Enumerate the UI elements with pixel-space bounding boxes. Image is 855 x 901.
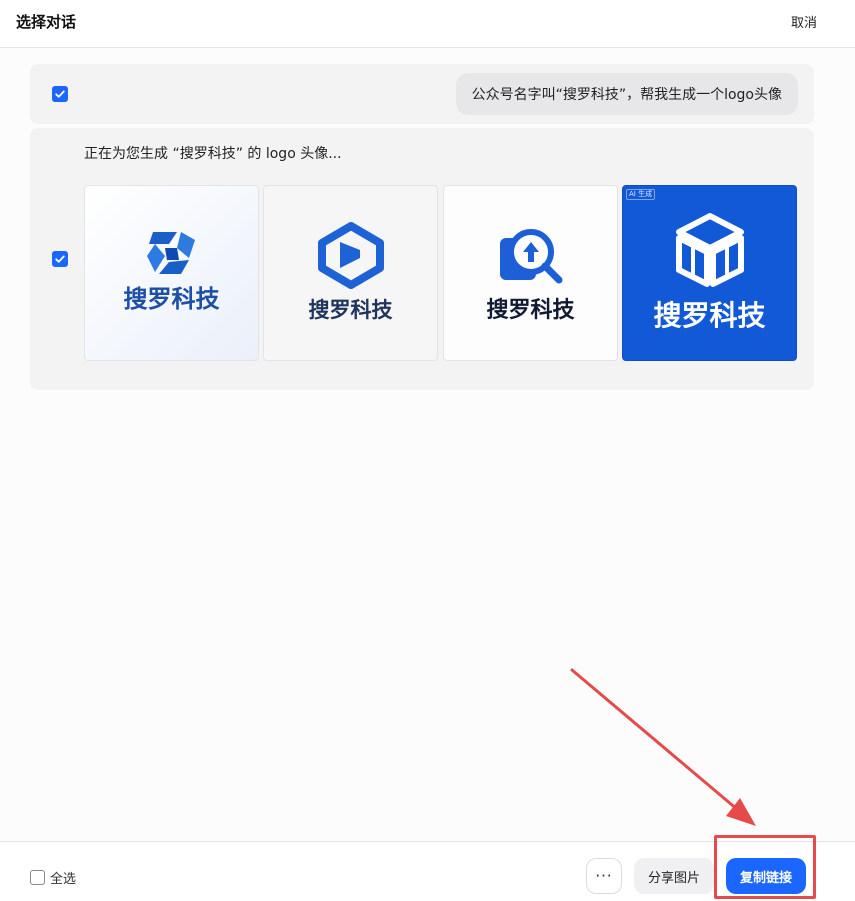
dialog-header: 选择对话 取消: [0, 0, 855, 48]
check-icon: [55, 90, 65, 98]
annotation-arrow-icon: [570, 668, 756, 826]
generated-image-2[interactable]: 搜罗科技: [263, 185, 438, 361]
footer-bar: 全选 ··· 分享图片 复制链接: [0, 841, 855, 901]
check-icon: [55, 255, 65, 263]
brand-text: 搜罗科技: [486, 298, 575, 323]
generated-image-1[interactable]: 搜罗科技: [84, 185, 259, 361]
pinwheel-logo-icon: [147, 232, 195, 274]
brand-text: 搜罗科技: [123, 285, 220, 313]
brand-text: 搜罗科技: [653, 299, 766, 332]
generated-images: 搜罗科技 搜罗科技 搜罗科技 AI 生成 搜罗科技: [84, 185, 798, 361]
answer-checkbox[interactable]: [52, 251, 68, 267]
question-bubble: 公众号名字叫“搜罗科技”，帮我生成一个logo头像: [455, 73, 798, 115]
brand-text: 搜罗科技: [308, 298, 393, 322]
page-title: 选择对话: [16, 13, 77, 31]
cube-logo-icon: [676, 213, 744, 287]
question-message: 公众号名字叫“搜罗科技”，帮我生成一个logo头像: [30, 64, 814, 124]
generated-image-4[interactable]: AI 生成 搜罗科技: [622, 185, 797, 361]
generated-image-3[interactable]: 搜罗科技: [443, 185, 618, 361]
select-all-box[interactable]: [30, 870, 45, 885]
cancel-button[interactable]: 取消: [791, 12, 817, 31]
select-all-label: 全选: [50, 872, 77, 887]
copy-link-button[interactable]: 复制链接: [726, 858, 806, 894]
share-image-button[interactable]: 分享图片: [634, 858, 714, 894]
more-button[interactable]: ···: [586, 858, 622, 894]
question-checkbox[interactable]: [52, 86, 68, 102]
select-all-checkbox[interactable]: 全选: [30, 868, 76, 887]
answer-text: 正在为您生成 “搜罗科技” 的 logo 头像...: [84, 146, 342, 162]
answer-message: 正在为您生成 “搜罗科技” 的 logo 头像... 搜罗科技 搜罗科技 搜罗科…: [30, 128, 814, 390]
search-upload-logo-icon: [500, 229, 563, 284]
hexagon-logo-icon: [318, 222, 384, 289]
